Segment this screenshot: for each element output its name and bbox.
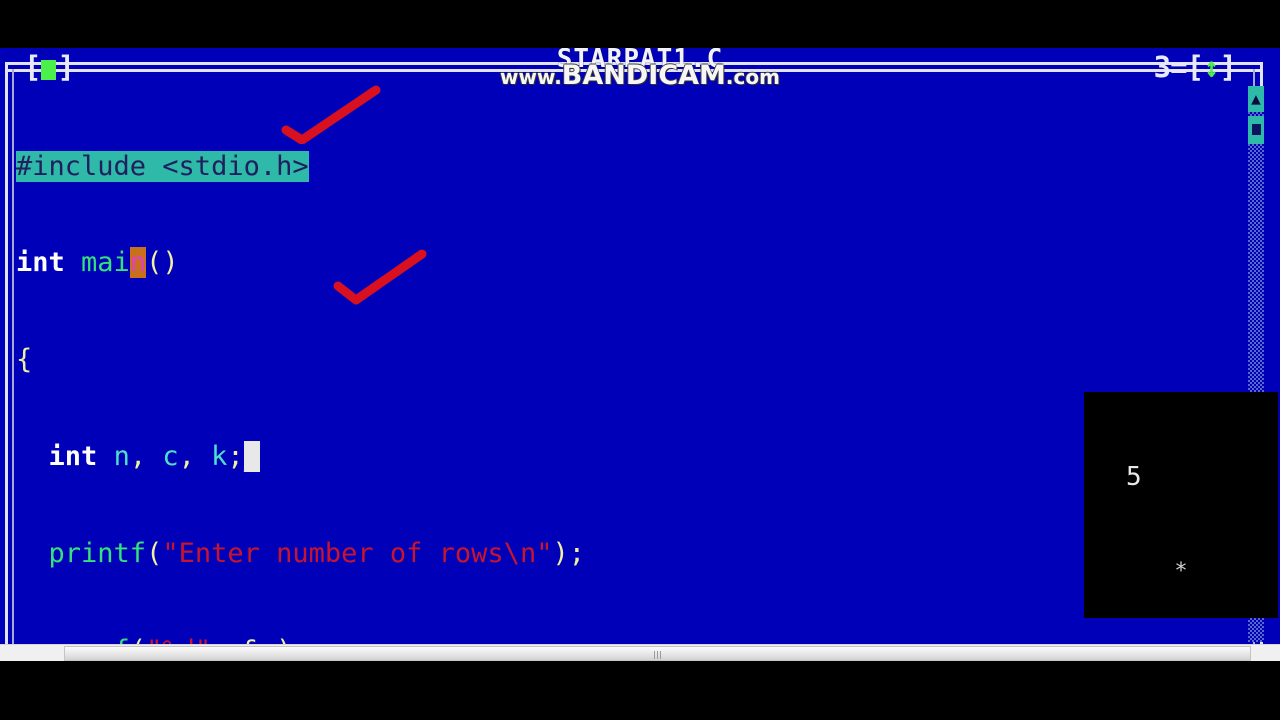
code-line: scanf("%d", &n); <box>16 635 1244 644</box>
window-border-left-outer <box>5 62 8 644</box>
console-output-line: * <box>1174 559 1188 584</box>
code-line: #include <stdio.h> <box>16 150 1244 183</box>
letterbox-bottom <box>0 661 1280 720</box>
bandicam-watermark: www.BANDICAM.com <box>0 60 1280 91</box>
code-editor[interactable]: #include <stdio.h> int main() { int n, c… <box>16 86 1244 644</box>
code-line-selected: #include <stdio.h> <box>16 150 309 182</box>
code-line: { <box>16 344 33 376</box>
window-border-left-inner <box>12 69 14 644</box>
console-input-value: 5 <box>1126 462 1142 492</box>
scroll-right-button[interactable] <box>1263 645 1280 662</box>
text-cursor: n <box>129 247 147 279</box>
watermark-suffix: .com <box>725 65 780 89</box>
code-line: printf("Enter number of rows\n"); <box>48 538 585 570</box>
watermark-prefix: www. <box>500 65 562 89</box>
scrollbar-thumb[interactable] <box>1248 116 1264 144</box>
screen-root: [] STARPAT1.C 3=[↕] #include <stdio.h> i… <box>0 0 1280 720</box>
program-output-console: 5 * *A* *A*A* *A*A*A* *A*A*A*A* <box>1084 392 1278 618</box>
horizontal-scrollbar[interactable] <box>0 644 1280 662</box>
watermark-brand: BANDICAM <box>561 60 726 91</box>
code-line: int main() <box>16 247 179 279</box>
code-line: int n, c, k;_ <box>48 441 260 473</box>
scroll-left-button[interactable] <box>0 645 17 662</box>
letterbox-top <box>0 0 1280 48</box>
scrollbar-grip-icon <box>653 651 662 659</box>
horizontal-scrollbar-thumb[interactable] <box>64 646 1251 661</box>
